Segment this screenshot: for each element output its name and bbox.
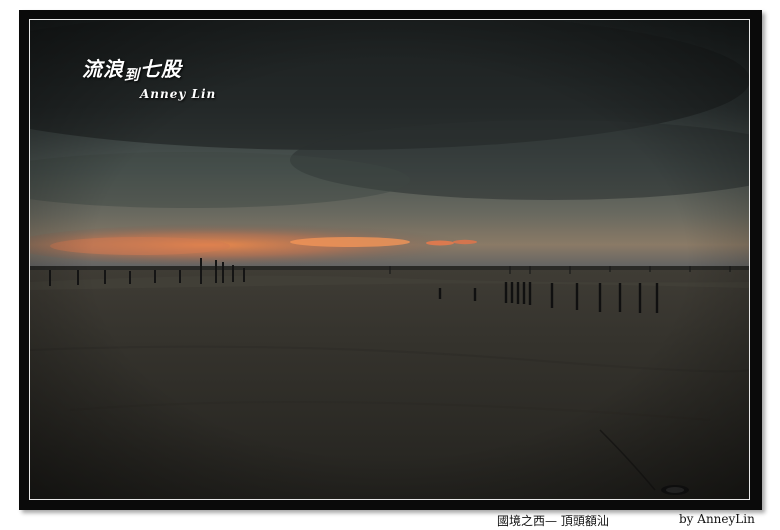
sunset-dunes-image [30,20,749,499]
photo [29,19,750,500]
photo-title-part1: 流浪 [82,57,124,81]
photo-title-part2: 到 [124,66,141,84]
photo-title: 流浪到七股 [82,53,183,84]
photo-signature: Anney Lin [140,87,217,101]
photo-byline: by AnneyLin [679,512,755,526]
photo-caption: 國境之西— 頂頭額汕 [497,514,609,528]
photo-title-part3: 七股 [140,57,183,81]
